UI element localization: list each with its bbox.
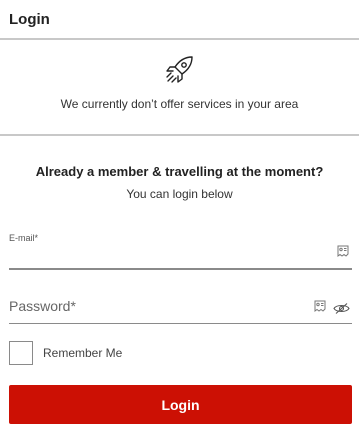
eye-slash-icon[interactable] [333,303,350,314]
login-intro: Already a member & travelling at the mom… [0,164,359,201]
autofill-card-icon[interactable] [337,245,349,258]
service-notice: We currently don’t offer services in you… [0,40,359,136]
page-header: Login [0,0,359,40]
remember-me-checkbox[interactable] [9,341,33,365]
service-notice-text: We currently don’t offer services in you… [60,97,299,111]
autofill-card-icon[interactable] [314,300,326,313]
email-label: E-mail* [9,233,39,243]
email-field[interactable]: E-mail* [9,228,352,270]
remember-me-row[interactable]: Remember Me [9,341,122,365]
login-button[interactable]: Login [9,385,352,424]
remember-me-label[interactable]: Remember Me [43,346,122,360]
page-title: Login [9,10,50,28]
password-placeholder: Password* [9,298,76,314]
intro-title: Already a member & travelling at the mom… [35,164,324,179]
intro-subtitle: You can login below [126,187,233,201]
rocket-icon [165,56,193,83]
password-field[interactable]: Password* [9,290,352,324]
login-page: Login We currently don’t offer services … [0,0,359,431]
